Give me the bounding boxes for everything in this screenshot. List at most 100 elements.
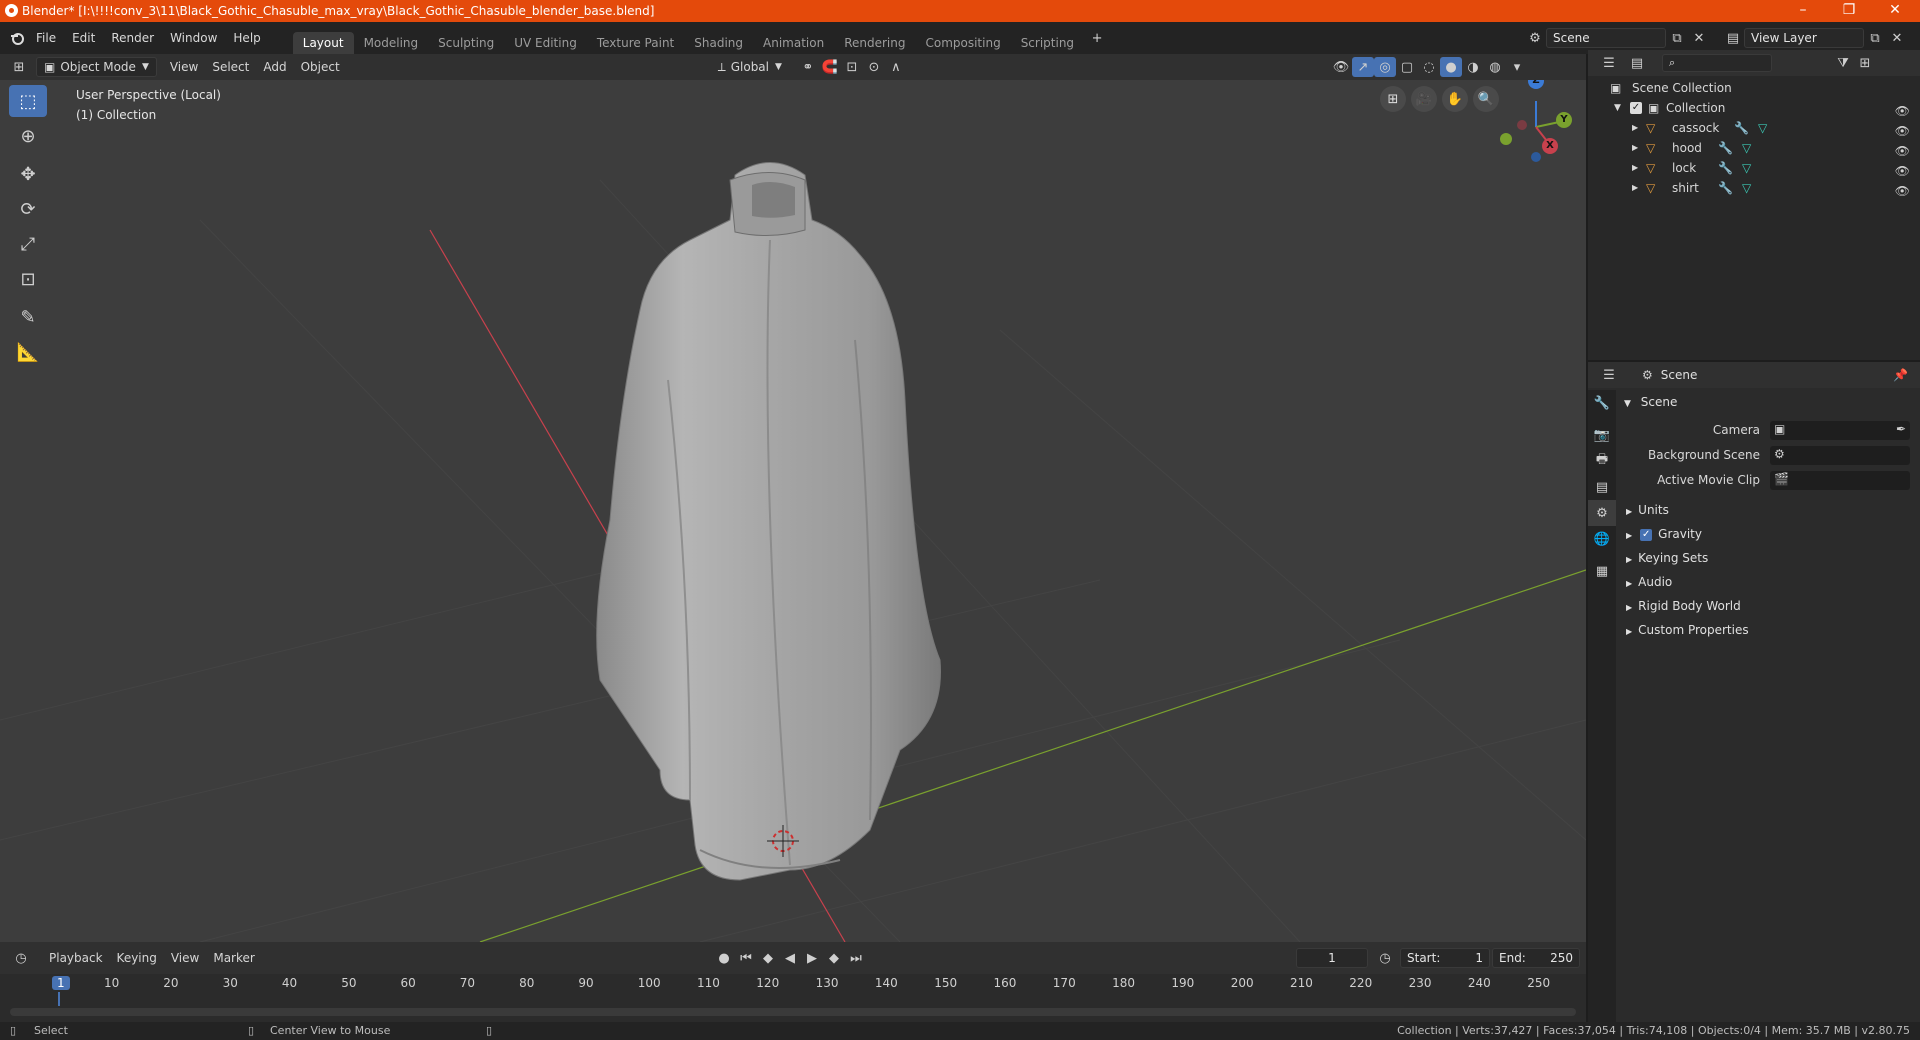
modifier-icon[interactable]: 🔧	[1718, 178, 1733, 198]
world-tab-icon[interactable]: 🌐	[1588, 526, 1616, 552]
mesh-data-icon[interactable]: ▽	[1742, 138, 1751, 158]
menu-edit[interactable]: Edit	[64, 28, 103, 48]
shading-options-icon[interactable]: ▾	[1506, 57, 1528, 77]
viewport-menu-add[interactable]: Add	[256, 57, 293, 77]
view-layer-field[interactable]: View Layer	[1744, 28, 1864, 48]
tab-sculpting[interactable]: Sculpting	[428, 32, 504, 54]
movie-clip-field[interactable]: 🎬	[1770, 471, 1910, 490]
eyedropper-icon[interactable]: ✒	[1896, 422, 1906, 436]
subpanel-audio[interactable]: ▶ Audio	[1618, 571, 1920, 593]
subpanel-rigid-body-world[interactable]: ▶ Rigid Body World	[1618, 595, 1920, 617]
rotate-tool-icon[interactable]: ⟳	[9, 193, 47, 225]
snap-icon[interactable]: 🧲	[819, 57, 841, 77]
modifier-icon[interactable]: 🔧	[1734, 118, 1749, 138]
editor-type-icon[interactable]: ⊞	[8, 57, 30, 77]
timeline-editor-type-icon[interactable]: ◷	[10, 948, 32, 968]
subpanel-custom-properties[interactable]: ▶ Custom Properties	[1618, 619, 1920, 641]
outliner-collection-row[interactable]: ▼ ✓ ▣ Collection 👁	[1588, 98, 1920, 118]
pin-icon[interactable]: 📌	[1893, 368, 1908, 382]
visibility-icon[interactable]: 👁	[1330, 57, 1352, 77]
toggle-perspective-icon[interactable]: ⊞	[1380, 86, 1406, 112]
orientation-dropdown[interactable]: ⟂ Global ▼	[711, 57, 789, 77]
transform-tool-icon[interactable]: ⊡	[9, 263, 47, 295]
modifier-icon[interactable]: 🔧	[1718, 158, 1733, 178]
new-view-layer-icon[interactable]: ⧉	[1864, 28, 1886, 48]
scale-tool-icon[interactable]: ⤢	[9, 228, 47, 260]
gravity-checkbox[interactable]: ✓	[1640, 528, 1653, 541]
viewport-menu-select[interactable]: Select	[205, 57, 256, 77]
minimize-button[interactable]: –	[1780, 0, 1826, 22]
jump-end-icon[interactable]: ⏭	[845, 948, 867, 968]
material-shading-icon[interactable]: ◑	[1462, 57, 1484, 77]
display-mode-icon[interactable]: ▤	[1626, 53, 1648, 73]
menu-file[interactable]: File	[28, 28, 64, 48]
camera-view-icon[interactable]: 🎥	[1411, 86, 1437, 112]
tab-scripting[interactable]: Scripting	[1011, 32, 1084, 54]
snap-target-icon[interactable]: ⊡	[841, 57, 863, 77]
remove-view-layer-icon[interactable]: ✕	[1886, 28, 1908, 48]
outliner-object-row[interactable]: ▶ ▽ cassock 🔧 ▽ 👁	[1588, 118, 1920, 138]
menu-render[interactable]: Render	[103, 28, 162, 48]
timeline-menu-playback[interactable]: Playback	[42, 948, 110, 968]
3d-viewport[interactable]: Z Y X ⊞ 🎥 ✋ 🔍	[0, 80, 1586, 942]
wireframe-shading-icon[interactable]: ◌	[1418, 57, 1440, 77]
gizmo-x-axis[interactable]: X	[1542, 138, 1558, 154]
close-button[interactable]: ✕	[1872, 0, 1918, 22]
expand-arrow-icon[interactable]: ▶	[1632, 158, 1638, 178]
mode-dropdown[interactable]: ▣ Object Mode ▼	[36, 57, 157, 77]
measure-tool-icon[interactable]: 📐	[9, 336, 47, 368]
timeline-menu-view[interactable]: View	[164, 948, 206, 968]
annotate-tool-icon[interactable]: ✎	[9, 301, 47, 333]
end-frame-field[interactable]: End: 250	[1492, 948, 1580, 968]
expand-arrow-icon[interactable]: ▶	[1632, 118, 1638, 138]
outliner-search-input[interactable]: ⌕	[1662, 54, 1772, 72]
outliner-object-row[interactable]: ▶ ▽ shirt 🔧 ▽ 👁	[1588, 178, 1920, 198]
tool-tab-icon[interactable]: 🔧	[1588, 390, 1616, 416]
blender-menu-icon[interactable]	[6, 28, 28, 48]
mesh-data-icon[interactable]: ▽	[1742, 178, 1751, 198]
new-scene-icon[interactable]: ⧉	[1666, 28, 1688, 48]
collapse-arrow-icon[interactable]: ▼	[1614, 98, 1621, 118]
menu-window[interactable]: Window	[162, 28, 225, 48]
record-icon[interactable]: ●	[713, 948, 735, 968]
timeline-scrollbar[interactable]	[10, 1008, 1576, 1016]
playhead[interactable]	[58, 992, 60, 1006]
add-workspace-button[interactable]: +	[1086, 28, 1108, 48]
play-icon[interactable]: ▶	[801, 948, 823, 968]
eye-icon[interactable]: 👁	[1895, 181, 1910, 201]
start-frame-field[interactable]: Start: 1	[1400, 948, 1490, 968]
xray-icon[interactable]: ▢	[1396, 57, 1418, 77]
pivot-icon[interactable]: ⚭	[797, 57, 819, 77]
subpanel-units[interactable]: ▶ Units	[1618, 499, 1920, 521]
viewport-menu-view[interactable]: View	[163, 57, 205, 77]
filter-icon[interactable]: ⧩	[1832, 53, 1854, 73]
next-keyframe-icon[interactable]: ◆	[823, 948, 845, 968]
tab-uv-editing[interactable]: UV Editing	[504, 32, 587, 54]
select-box-tool-icon[interactable]: ⬚	[9, 85, 47, 117]
mesh-data-icon[interactable]: ▽	[1758, 118, 1767, 138]
preview-range-icon[interactable]: ◷	[1374, 948, 1396, 968]
zoom-view-icon[interactable]: 🔍	[1473, 86, 1499, 112]
scene-tab-icon[interactable]: ⚙	[1588, 500, 1616, 526]
scene-name-field[interactable]: Scene	[1546, 28, 1666, 48]
new-collection-icon[interactable]: ⊞	[1854, 53, 1876, 73]
expand-arrow-icon[interactable]: ▶	[1632, 178, 1638, 198]
tab-compositing[interactable]: Compositing	[915, 32, 1010, 54]
solid-shading-icon[interactable]: ●	[1440, 57, 1462, 77]
play-reverse-icon[interactable]: ◀	[779, 948, 801, 968]
current-frame-field[interactable]: 1	[1296, 948, 1368, 968]
falloff-icon[interactable]: ∧	[885, 57, 907, 77]
prev-keyframe-icon[interactable]: ◆	[757, 948, 779, 968]
background-scene-field[interactable]: ⚙	[1770, 446, 1910, 465]
scene-panel-header[interactable]: ▼ Scene	[1618, 391, 1920, 413]
outliner-scene-collection-row[interactable]: ▣ Scene Collection	[1588, 78, 1920, 98]
viewport-menu-object[interactable]: Object	[294, 57, 347, 77]
texture-tab-icon[interactable]: ▦	[1588, 558, 1616, 584]
expand-arrow-icon[interactable]: ▶	[1632, 138, 1638, 158]
subpanel-gravity[interactable]: ▶ ✓ Gravity	[1618, 523, 1920, 545]
subpanel-keying-sets[interactable]: ▶ Keying Sets	[1618, 547, 1920, 569]
outliner-editor-type-icon[interactable]: ☰	[1598, 53, 1620, 73]
scene-icon[interactable]: ⚙	[1524, 28, 1546, 48]
tab-modeling[interactable]: Modeling	[354, 32, 429, 54]
tab-rendering[interactable]: Rendering	[834, 32, 915, 54]
